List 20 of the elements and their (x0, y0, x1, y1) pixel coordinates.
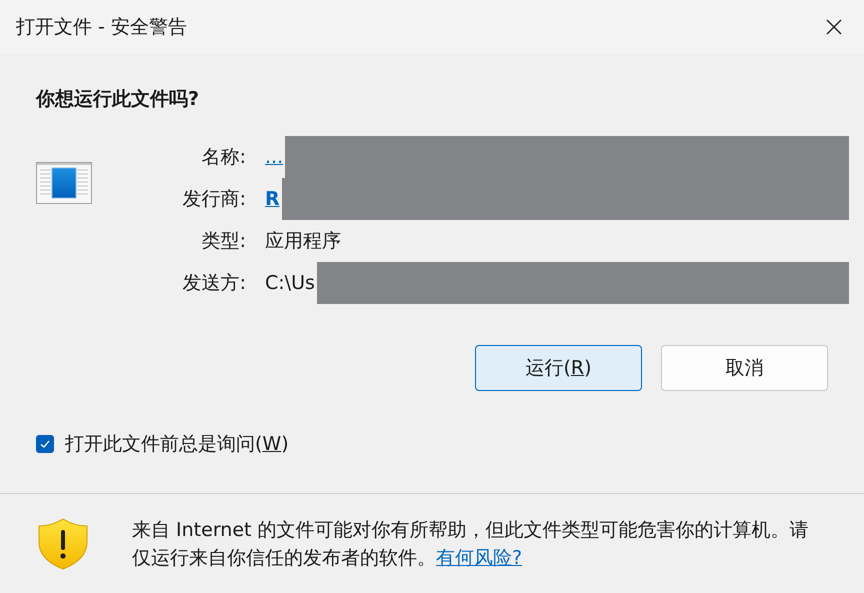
field-label: 类型: (200, 229, 246, 254)
dialog-heading: 你想运行此文件吗? (36, 87, 200, 112)
window-title: 打开文件 - 安全警告 (16, 15, 187, 40)
field-value: C:\Us (265, 272, 315, 294)
dialog-button[interactable]: 运行(R) (475, 345, 642, 391)
warning-text: 来自 Internet 的文件可能对你有所帮助，但此文件类型可能危害你的计算机。请仅运行来自你信任的发布者的软件。有何风险? (132, 518, 810, 570)
risk-link[interactable]: 有何风险? (436, 546, 522, 568)
field-link[interactable]: ... (265, 146, 284, 168)
checkbox-label[interactable]: 打开此文件前总是询问(W) (65, 431, 289, 457)
dialog-button[interactable]: 取消 (661, 345, 828, 391)
close-icon[interactable] (826, 19, 842, 35)
field-label: 名称: (200, 145, 246, 170)
application-window-icon (36, 162, 92, 204)
warning-shield-icon (38, 518, 88, 570)
field-value: 应用程序 (265, 229, 341, 254)
checkbox[interactable] (36, 435, 54, 453)
field-link[interactable]: R (265, 188, 280, 210)
checkmark-icon (39, 438, 51, 450)
field-label: 发送方: (182, 271, 246, 296)
field-label: 发行商: (182, 187, 246, 212)
